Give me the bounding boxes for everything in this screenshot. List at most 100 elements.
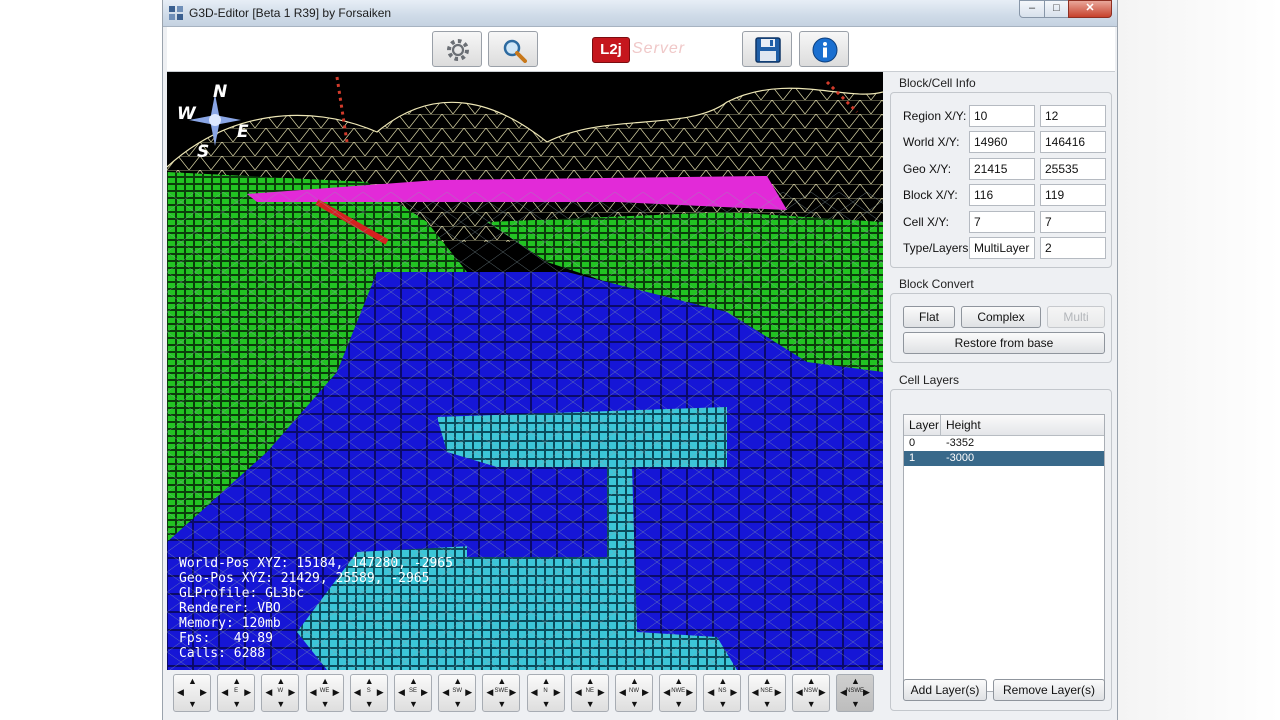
direction-button-we[interactable]: ▲ ▼ ◀ ▶ WE <box>305 674 344 712</box>
direction-label: E <box>234 688 239 694</box>
direction-button-s[interactable]: ▲ ▼ ◀ ▶ S <box>349 674 388 712</box>
direction-button-w[interactable]: ▲ ▼ ◀ ▶ W <box>261 674 300 712</box>
arrow-icon: ▼ <box>232 699 242 709</box>
info-field-b[interactable]: 119 <box>1040 184 1106 207</box>
arrow-icon: ▼ <box>585 699 595 709</box>
table-row[interactable]: 0 -3352 <box>904 436 1104 451</box>
desktop-left <box>0 0 162 720</box>
arrow-icon: ▲ <box>497 676 507 686</box>
direction-label: NSW <box>803 688 818 694</box>
save-button[interactable] <box>742 31 792 67</box>
renderer-text: Renderer: VBO <box>179 601 281 616</box>
block-convert-group: Flat Complex Multi Restore from base <box>890 293 1112 363</box>
info-field-b[interactable]: 7 <box>1040 210 1106 233</box>
direction-button-nsw[interactable]: ▲ ▼ ◀ ▶ NSW <box>791 674 830 712</box>
fps-text: Fps: 49.89 <box>179 631 273 646</box>
direction-button-nse[interactable]: ▲ ▼ ◀ ▶ NSE <box>747 674 786 712</box>
minimize-button[interactable]: ‒ <box>1019 0 1045 18</box>
arrow-icon: ▲ <box>851 676 860 686</box>
direction-button-swe[interactable]: ▲ ▼ ◀ ▶ SWE <box>482 674 521 712</box>
arrow-icon: ▲ <box>364 676 374 686</box>
restore-from-base-button[interactable]: Restore from base <box>903 332 1105 354</box>
gl-profile-text: GLProfile: GL3bc <box>179 586 305 601</box>
direction-button-sw[interactable]: ▲ ▼ ◀ ▶ SW <box>438 674 477 712</box>
arrow-icon: ▲ <box>188 676 197 686</box>
info-field-a[interactable]: 14960 <box>969 131 1035 154</box>
arrow-icon: ▼ <box>497 699 507 709</box>
info-field-b[interactable]: 146416 <box>1040 131 1106 154</box>
arrow-icon: ◀ <box>177 687 184 697</box>
debug-overlay: World-Pos XYZ: 15184, 147280, -2965 Geo-P… <box>179 556 453 661</box>
cell-layers-group: Layer Height 0 -3352 1 -3000 Add Layer(s… <box>890 389 1112 711</box>
compass-w: W <box>177 104 196 124</box>
column-divider[interactable] <box>940 415 941 435</box>
remove-layers-button[interactable]: Remove Layer(s) <box>993 679 1105 701</box>
magnifier-icon <box>503 39 527 63</box>
info-field-a[interactable]: 7 <box>969 210 1035 233</box>
title-bar[interactable]: G3D-Editor [Beta 1 R39] by Forsaiken ‒ □… <box>163 0 1117 27</box>
cell-layers-title: Cell Layers <box>899 373 960 387</box>
cell-layers-table: Layer Height 0 -3352 1 -3000 <box>903 414 1105 692</box>
arrow-icon: ▼ <box>630 699 639 709</box>
direction-label: NSWE <box>846 688 864 694</box>
direction-label: N <box>543 688 548 694</box>
direction-button-bar: ▲ ▼ ◀ ▶ ▲ ▼ ◀ ▶ E ▲ ▼ ◀ ▶ W ▲ ▼ ◀ ▶ WE ▲ ▼ ◀ ▶ S ▲ ▼ ◀ ▶ SE ▲ ▼ ◀ ▶ SW ▲ ▼ ◀… <box>167 671 883 716</box>
compass: N W E S <box>175 80 255 162</box>
gear-icon <box>447 39 469 61</box>
add-layers-button[interactable]: Add Layer(s) <box>903 679 987 701</box>
arrow-icon: ▶ <box>200 687 207 697</box>
info-field-b[interactable]: 2 <box>1040 237 1106 259</box>
direction-label: NSE <box>760 688 773 694</box>
direction-label: W <box>277 688 284 694</box>
direction-button-se[interactable]: ▲ ▼ ◀ ▶ SE <box>394 674 432 712</box>
table-row-selected[interactable]: 1 -3000 <box>904 451 1104 466</box>
geo-pos-text: Geo-Pos XYZ: 21429, 25589, -2965 <box>179 571 430 586</box>
info-label: World X/Y: <box>903 135 960 150</box>
complex-button[interactable]: Complex <box>961 306 1041 328</box>
info-field-b[interactable]: 25535 <box>1040 157 1106 180</box>
toolbar: L2j Server <box>167 27 1115 72</box>
direction-button-ns[interactable]: ▲ ▼ ◀ ▶ NS <box>703 674 742 712</box>
direction-button-nswe[interactable]: ▲ ▼ ◀ ▶ NSWE <box>836 674 874 712</box>
3d-viewport[interactable]: N W E S World-Pos XYZ: 15184, 147280, -2… <box>167 72 883 670</box>
row-height: -3000 <box>946 452 975 464</box>
close-button[interactable]: ✕ <box>1068 0 1112 18</box>
arrow-icon: ▼ <box>674 699 684 709</box>
info-label: Cell X/Y: <box>903 214 950 229</box>
info-button[interactable] <box>799 31 849 67</box>
info-field-a[interactable]: 116 <box>969 184 1035 207</box>
direction-button-none[interactable]: ▲ ▼ ◀ ▶ <box>173 674 211 712</box>
info-label: Block X/Y: <box>903 188 958 203</box>
arrow-icon: ▲ <box>630 676 639 686</box>
arrow-icon: ▲ <box>674 676 684 686</box>
flat-button[interactable]: Flat <box>903 306 955 328</box>
app-window: G3D-Editor [Beta 1 R39] by Forsaiken ‒ □… <box>162 0 1118 720</box>
compass-s: S <box>197 142 210 162</box>
app-icon <box>169 6 183 20</box>
arrow-icon: ▼ <box>453 699 463 709</box>
direction-button-ne[interactable]: ▲ ▼ ◀ ▶ NE <box>570 674 609 712</box>
search-button[interactable] <box>488 31 538 67</box>
column-height[interactable]: Height <box>946 418 981 432</box>
arrow-icon: ▲ <box>409 676 418 686</box>
info-field-a[interactable]: 21415 <box>969 157 1035 180</box>
info-field-b[interactable]: 12 <box>1040 105 1106 127</box>
direction-button-nwe[interactable]: ▲ ▼ ◀ ▶ NWE <box>659 674 698 712</box>
direction-button-e[interactable]: ▲ ▼ ◀ ▶ E <box>217 674 256 712</box>
logo-mark: L2j <box>592 37 630 63</box>
info-icon <box>812 37 838 63</box>
direction-label: SE <box>408 688 417 694</box>
column-layer[interactable]: Layer <box>909 418 939 432</box>
info-field-a[interactable]: MultiLayer <box>969 237 1035 259</box>
multi-button[interactable]: Multi <box>1047 306 1105 328</box>
direction-label: SW <box>452 688 463 694</box>
info-field-a[interactable]: 10 <box>969 105 1035 127</box>
row-layer: 0 <box>909 437 916 449</box>
maximize-button[interactable]: □ <box>1044 0 1069 18</box>
info-label: Region X/Y: <box>903 109 967 123</box>
direction-button-nw[interactable]: ▲ ▼ ◀ ▶ NW <box>615 674 653 712</box>
row-height: -3352 <box>946 437 975 449</box>
settings-button[interactable] <box>432 31 482 67</box>
direction-button-n[interactable]: ▲ ▼ ◀ ▶ N <box>526 674 565 712</box>
arrow-icon: ▼ <box>276 699 286 709</box>
